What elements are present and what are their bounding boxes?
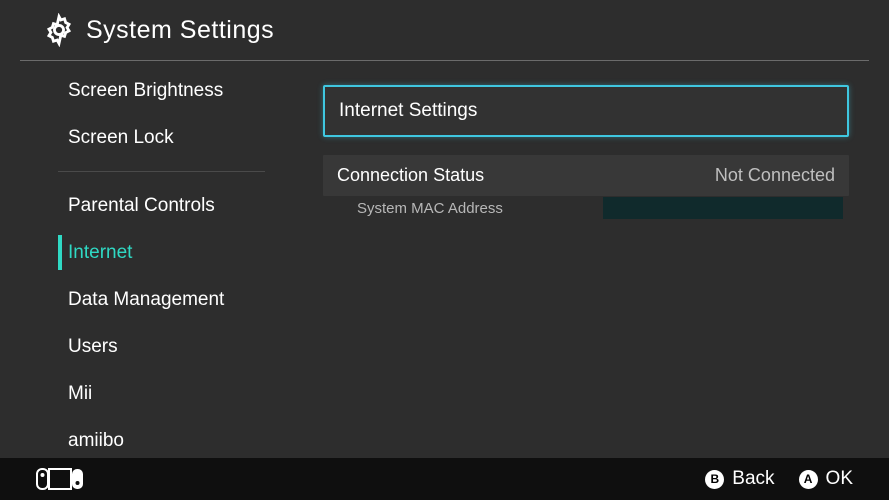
sidebar-item-amiibo[interactable]: amiibo — [0, 417, 285, 458]
connection-status-row[interactable]: Connection Status Not Connected — [323, 155, 849, 196]
sidebar-item-label: Parental Controls — [68, 195, 215, 217]
mac-address-label: System MAC Address — [357, 200, 503, 217]
connection-status-value: Not Connected — [715, 165, 835, 186]
internet-settings-label: Internet Settings — [339, 100, 477, 122]
sidebar-item-label: amiibo — [68, 430, 124, 452]
sidebar-item-data-management[interactable]: Data Management — [0, 276, 285, 323]
mac-address-value — [603, 197, 843, 219]
sidebar-item-label: Mii — [68, 383, 92, 405]
sidebar-item-screen-lock[interactable]: Screen Lock — [0, 114, 285, 161]
controller-icon — [36, 468, 84, 490]
sidebar-item-label: Users — [68, 336, 118, 358]
mac-address-row: System MAC Address — [323, 196, 849, 220]
ok-label: OK — [826, 468, 853, 490]
main-panel: Internet Settings Connection Status Not … — [285, 61, 889, 458]
sidebar-item-label: Data Management — [68, 289, 224, 311]
sidebar-list: Screen Brightness Screen Lock Parental C… — [0, 61, 285, 458]
sidebar-item-mii[interactable]: Mii — [0, 370, 285, 417]
sidebar: Screen Brightness Screen Lock Parental C… — [0, 61, 285, 458]
sidebar-item-parental-controls[interactable]: Parental Controls — [0, 182, 285, 229]
header: System Settings — [0, 0, 889, 60]
back-label: Back — [732, 468, 774, 490]
connection-status-label: Connection Status — [337, 165, 484, 186]
a-button-icon: A — [799, 470, 818, 489]
sidebar-item-internet[interactable]: Internet — [0, 229, 285, 276]
sidebar-item-label: Screen Lock — [68, 127, 174, 149]
back-button[interactable]: B Back — [705, 468, 774, 490]
sidebar-item-label: Screen Brightness — [68, 80, 223, 102]
gear-icon — [42, 13, 76, 47]
sidebar-item-label: Internet — [68, 242, 132, 264]
footer: B Back A OK — [0, 458, 889, 500]
sidebar-item-users[interactable]: Users — [0, 323, 285, 370]
internet-settings-button[interactable]: Internet Settings — [323, 85, 849, 137]
page-title: System Settings — [86, 16, 274, 45]
sidebar-item-screen-brightness[interactable]: Screen Brightness — [0, 67, 285, 114]
ok-button[interactable]: A OK — [799, 468, 853, 490]
b-button-icon: B — [705, 470, 724, 489]
sidebar-separator — [58, 171, 265, 172]
